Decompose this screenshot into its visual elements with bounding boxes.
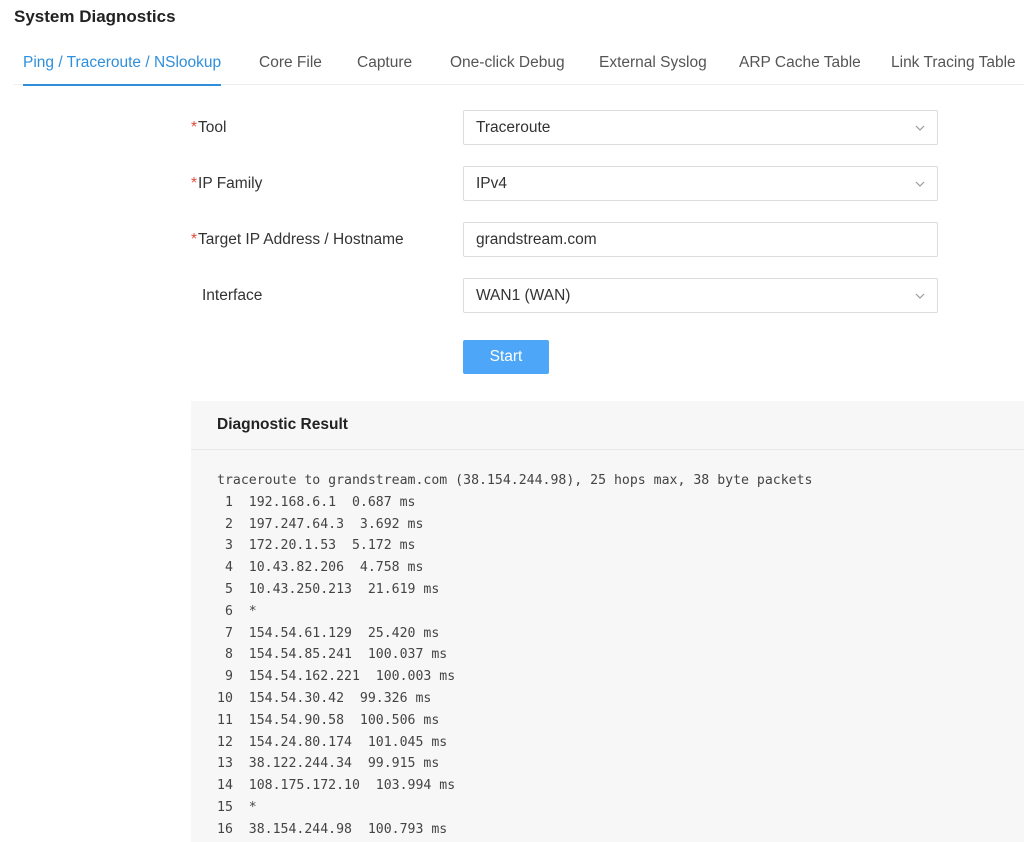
result-line: 7 154.54.61.129 25.420 ms [217,625,440,641]
target-row: *Target IP Address / Hostname [191,222,938,257]
required-mark: * [191,231,198,248]
tool-select-value: Traceroute [476,119,551,136]
result-line: 8 154.54.85.241 100.037 ms [217,647,448,663]
start-button[interactable]: Start [463,340,549,374]
result-line: 11 154.54.90.58 100.506 ms [217,712,440,728]
result-line: 13 38.122.244.34 99.915 ms [217,756,440,772]
target-label: *Target IP Address / Hostname [191,222,404,257]
result-line: 1 192.168.6.1 0.687 ms [217,494,416,510]
tab-capture[interactable]: Capture [357,50,412,85]
tab-external-syslog[interactable]: External Syslog [599,50,707,85]
result-line: 15 * [217,799,257,815]
tool-label-text: Tool [198,119,227,136]
result-line: 6 * [217,603,257,619]
tool-select[interactable]: Traceroute [463,110,938,145]
required-mark: * [191,119,198,136]
target-input[interactable] [463,222,938,257]
interface-select[interactable]: WAN1 (WAN) [463,278,938,313]
target-label-text: Target IP Address / Hostname [198,231,404,248]
result-line: 9 154.54.162.221 100.003 ms [217,669,456,685]
ip-family-row: *IP Family IPv4 [191,166,938,201]
tab-core-file[interactable]: Core File [259,50,322,85]
ip-family-label-text: IP Family [198,175,263,192]
tool-row: *Tool Traceroute [191,110,938,145]
chevron-down-icon [915,293,925,299]
interface-row: Interface WAN1 (WAN) [191,278,938,313]
chevron-down-icon [915,125,925,131]
tab-ping-traceroute-nslookup[interactable]: Ping / Traceroute / NSlookup [23,50,222,86]
result-line: 4 10.43.82.206 4.758 ms [217,560,424,576]
chevron-down-icon [915,181,925,187]
interface-select-value: WAN1 (WAN) [476,287,571,304]
result-output: traceroute to grandstream.com (38.154.24… [217,470,812,841]
result-line: 2 197.247.64.3 3.692 ms [217,516,424,532]
result-line: traceroute to grandstream.com (38.154.24… [217,473,813,488]
ip-family-select-value: IPv4 [476,175,508,192]
tab-link-tracing-table[interactable]: Link Tracing Table [891,50,1016,85]
result-header: Diagnostic Result [191,401,1024,450]
result-title: Diagnostic Result [217,416,348,433]
tab-one-click-debug[interactable]: One-click Debug [450,50,565,85]
result-line: 3 172.20.1.53 5.172 ms [217,538,416,554]
result-line: 12 154.24.80.174 101.045 ms [217,734,448,750]
result-line: 14 108.175.172.10 103.994 ms [217,778,456,794]
tab-arp-cache-table[interactable]: ARP Cache Table [739,50,861,85]
result-line: 16 38.154.244.98 100.793 ms [217,821,448,837]
ip-family-label: *IP Family [191,166,262,201]
page-title: System Diagnostics [14,7,176,26]
required-mark: * [191,175,198,192]
result-line: 10 154.54.30.42 99.326 ms [217,690,432,706]
tab-bar: Ping / Traceroute / NSlookup Core File C… [14,50,1024,86]
ip-family-select[interactable]: IPv4 [463,166,938,201]
result-line: 5 10.43.250.213 21.619 ms [217,581,440,597]
interface-label: Interface [202,287,263,304]
diagnostic-result-panel: Diagnostic Result traceroute to grandstr… [191,401,1024,842]
tool-label: *Tool [191,110,226,145]
